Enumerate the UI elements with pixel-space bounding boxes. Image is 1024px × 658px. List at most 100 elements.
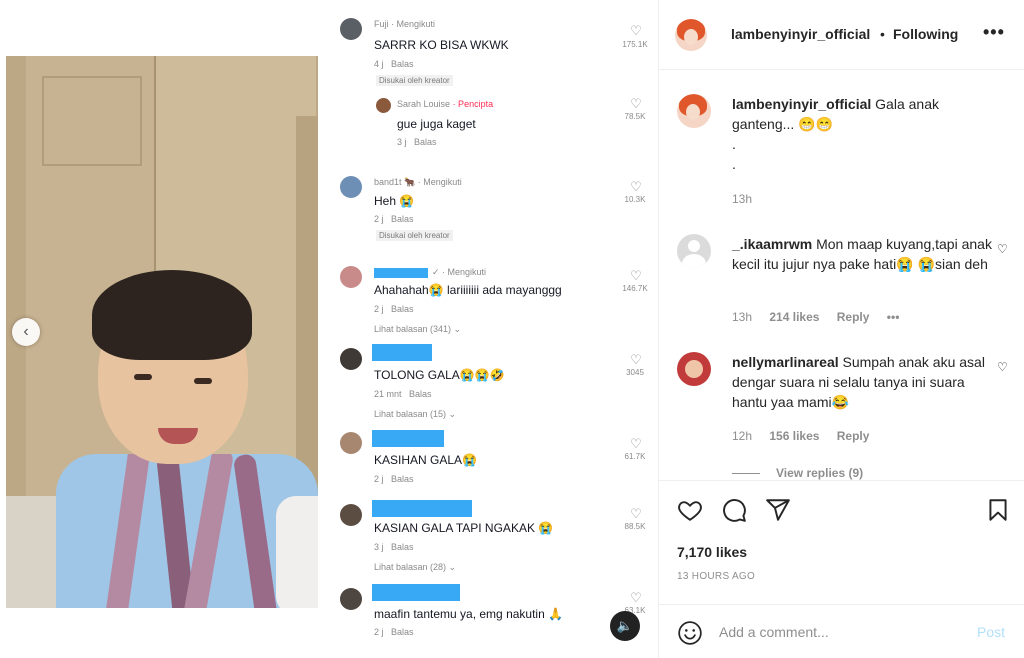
caption-username[interactable]: lambenyinyir_official: [732, 96, 871, 112]
share-icon[interactable]: [765, 497, 791, 523]
comment-username[interactable]: nellymarlinareal: [732, 354, 839, 370]
heart-icon: ♡: [630, 179, 642, 194]
caption-dot: .: [732, 136, 736, 152]
redacted-username: [374, 267, 428, 278]
liked-by-creator: Disukai oleh kreator: [376, 75, 453, 86]
like-count: 61.7K: [624, 452, 646, 461]
comment-text: Heh 😭: [374, 194, 415, 208]
heart-icon: ♡: [630, 590, 642, 605]
add-comment-bar: Post: [659, 604, 1024, 658]
following-button[interactable]: Following: [893, 26, 958, 42]
comment-text: Ahahahah😭 lariiiiiii ada mayanggg: [374, 283, 562, 297]
creator-tag: · Pencipta: [452, 99, 494, 109]
avatar: [340, 504, 362, 526]
heart-icon[interactable]: ♡: [997, 360, 1008, 374]
heart-icon: ♡: [630, 352, 642, 367]
avatar[interactable]: [677, 94, 711, 128]
caption-time: 13h: [732, 192, 753, 206]
reply-label: Balas: [409, 389, 432, 399]
comment-text: maafin tantemu ya, emg nakutin 🙏: [374, 607, 564, 621]
comment-time: 12h: [732, 429, 753, 443]
follow-tag: · Mengikuti: [391, 19, 436, 29]
comment-likes[interactable]: 156 likes: [769, 429, 819, 443]
like-count: 146.7K: [622, 284, 648, 293]
reply-label: Balas: [391, 59, 414, 69]
reply-label: Balas: [391, 214, 414, 224]
comment-text: gue juga kaget: [397, 117, 476, 131]
post-button[interactable]: Post: [977, 624, 1005, 640]
heart-icon: ♡: [630, 506, 642, 521]
post-sidebar: lambenyinyir_official • Following ••• la…: [658, 0, 1024, 658]
view-replies: Lihat balasan (28) ⌄: [374, 562, 457, 572]
reply-label: Balas: [391, 474, 414, 484]
caption-dot: .: [732, 156, 736, 172]
comment-input[interactable]: [719, 619, 959, 645]
avatar: [340, 266, 362, 288]
reply-label: Balas: [391, 542, 414, 552]
comment-username[interactable]: _.ikaamrwm: [732, 236, 812, 252]
like-count: 3045: [626, 368, 644, 377]
reply-label: Balas: [391, 627, 414, 637]
heart-icon: ♡: [630, 96, 642, 111]
redacted-username: [372, 430, 444, 447]
like-count: 10.3K: [624, 195, 646, 204]
avatar: [340, 588, 362, 610]
comment-time: 3 j: [374, 542, 384, 552]
heart-icon: ♡: [630, 23, 642, 38]
heart-icon: ♡: [630, 268, 642, 283]
more-icon[interactable]: •••: [983, 22, 1005, 43]
avatar[interactable]: [675, 19, 707, 51]
view-replies-label: View replies (9): [776, 466, 864, 480]
follow-tag: · Mengikuti: [417, 177, 462, 187]
post-header: lambenyinyir_official • Following •••: [659, 0, 1024, 70]
separator-dot: •: [880, 26, 885, 42]
avatar: [376, 98, 391, 113]
avatar: [340, 18, 362, 40]
comment-icon[interactable]: [721, 497, 747, 523]
post-username[interactable]: lambenyinyir_official: [731, 26, 870, 42]
more-icon[interactable]: •••: [887, 310, 900, 324]
reply-button[interactable]: Reply: [837, 310, 870, 324]
heart-icon: ♡: [630, 436, 642, 451]
comment-time: 4 j: [374, 59, 384, 69]
avatar: [340, 432, 362, 454]
volume-icon[interactable]: 🔈: [610, 611, 640, 641]
comment-time: 13h: [732, 310, 753, 324]
avatar: [340, 176, 362, 198]
view-replies-button[interactable]: View replies (9): [732, 466, 863, 480]
comment-time: 2 j: [374, 214, 384, 224]
comment-text: SARRR KO BISA WKWK: [374, 38, 509, 52]
comment-text: TOLONG GALA😭😭🤣: [374, 368, 505, 382]
follow-tag: ✓ · Mengikuti: [432, 267, 487, 277]
avatar[interactable]: [677, 352, 711, 386]
heart-icon[interactable]: [677, 497, 703, 523]
comment-time: 2 j: [374, 304, 384, 314]
liked-by-creator: Disukai oleh kreator: [376, 230, 453, 241]
redacted-username: [372, 344, 432, 361]
chevron-left-icon[interactable]: ‹: [12, 318, 40, 346]
comment-likes[interactable]: 214 likes: [769, 310, 819, 324]
bookmark-icon[interactable]: [985, 497, 1011, 523]
comment-user: band1t 🐂: [374, 177, 416, 187]
action-bar: 7,170 likes 13 HOURS AGO: [659, 480, 1024, 604]
likes-count[interactable]: 7,170 likes: [677, 544, 747, 560]
comment-user: Sarah Louise: [397, 99, 451, 109]
like-count: 175.1K: [622, 40, 648, 49]
comment-text: KASIAN GALA TAPI NGAKAK 😭: [374, 521, 554, 535]
post-media: ‹ Fuji · Mengikuti SARRR KO BISA WKWK 4 …: [0, 0, 658, 658]
redacted-username: [372, 500, 472, 517]
comments-list[interactable]: lambenyinyir_official Gala anak ganteng.…: [659, 72, 1024, 480]
comment-time: 3 j: [397, 137, 407, 147]
reply-button[interactable]: Reply: [837, 429, 870, 443]
child-photo: [6, 56, 318, 608]
comment-time: 2 j: [374, 474, 384, 484]
comment-user: Fuji: [374, 19, 389, 29]
avatar[interactable]: [677, 234, 711, 268]
like-count: 78.5K: [624, 112, 646, 121]
view-replies: Lihat balasan (15) ⌄: [374, 409, 457, 419]
comment-time: 21 mnt: [374, 389, 402, 399]
avatar: [340, 348, 362, 370]
emoji-icon[interactable]: [677, 620, 703, 646]
heart-icon[interactable]: ♡: [997, 242, 1008, 256]
like-count: 88.5K: [624, 522, 646, 531]
